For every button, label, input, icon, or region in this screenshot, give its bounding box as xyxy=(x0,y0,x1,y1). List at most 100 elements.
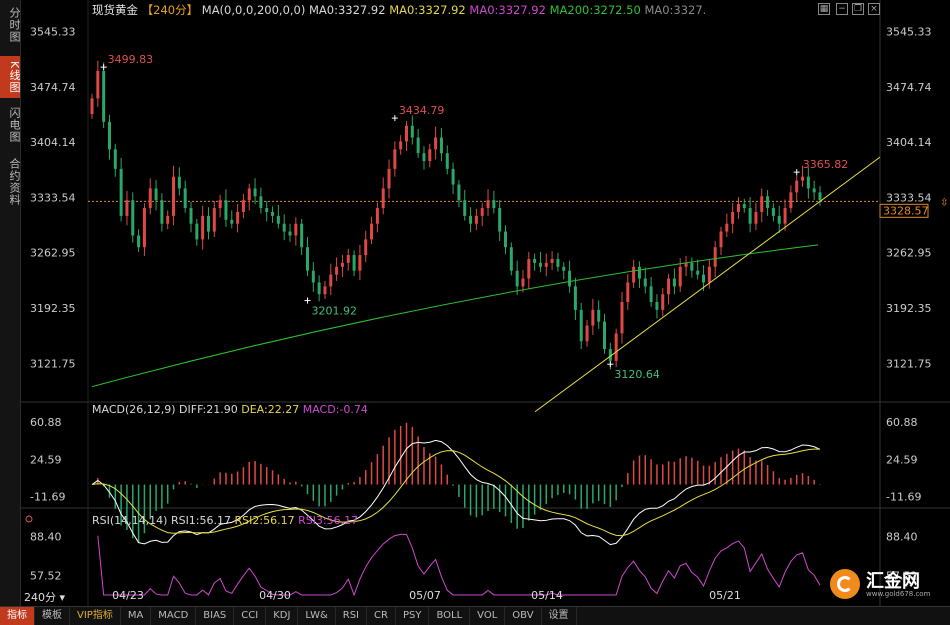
indicator-tab-1[interactable]: 模板 xyxy=(35,607,70,625)
candle-body xyxy=(317,282,321,295)
header-span: RSI(14,14,14) xyxy=(92,514,171,527)
indicator-tab-0[interactable]: 指标 xyxy=(0,607,35,625)
price-axis-right-label: 3192.35 xyxy=(886,302,932,315)
candle-body xyxy=(736,204,740,212)
candle-body xyxy=(719,231,723,248)
restore-icon[interactable]: ❐ xyxy=(852,3,864,15)
candle-body xyxy=(201,215,205,240)
price-marker-icon: ⇳ xyxy=(940,197,948,208)
extreme-label: 3499.83 xyxy=(108,53,154,66)
candle-body xyxy=(731,211,735,224)
candle-body xyxy=(335,266,339,275)
candle-body xyxy=(573,286,577,310)
candle-body xyxy=(818,192,822,201)
candle-body xyxy=(311,270,315,283)
candle-body xyxy=(649,286,653,303)
candle-body xyxy=(399,141,403,150)
extreme-label: 3365.82 xyxy=(803,158,849,171)
macd-axis-right-label: 60.88 xyxy=(886,416,918,429)
candle-body xyxy=(340,262,344,267)
candle-body xyxy=(346,255,350,263)
date-axis-label: 04/23 xyxy=(112,589,144,602)
candle-body xyxy=(154,188,158,201)
candle-body xyxy=(445,153,449,169)
candle-body xyxy=(591,309,595,326)
header-span: MA0:3327.92 xyxy=(389,3,469,17)
date-axis-label: 04/30 xyxy=(259,589,291,602)
candle-body xyxy=(294,223,298,236)
layout-icon[interactable]: ▦ xyxy=(818,3,830,15)
candle-body xyxy=(707,266,711,283)
candle-body xyxy=(370,223,374,240)
candle-body xyxy=(492,200,496,209)
candle-body xyxy=(457,184,461,201)
indicator-tab-4[interactable]: MACD xyxy=(151,607,197,625)
indicator-tab-14[interactable]: OBV xyxy=(505,607,542,625)
candle-body xyxy=(614,333,618,361)
period-select[interactable]: 240分 ▾ xyxy=(24,589,65,605)
candle-body xyxy=(783,208,787,224)
close-icon[interactable]: × xyxy=(868,3,880,15)
minimize-icon[interactable]: − xyxy=(836,3,848,15)
indicator-tab-11[interactable]: PSY xyxy=(396,607,430,625)
candle-body xyxy=(451,168,455,185)
date-axis-label: 05/14 xyxy=(531,589,563,602)
rsi-axis-left-label: 57.52 xyxy=(30,569,62,582)
indicator-tab-13[interactable]: VOL xyxy=(470,607,506,625)
candle-body xyxy=(672,278,676,287)
candle-body xyxy=(690,262,694,271)
candle-body xyxy=(189,208,193,224)
chart-area[interactable]: 3545.33 3545.33 3474.74 3474.74 3404.14 3404.… xyxy=(0,0,950,606)
candle-body xyxy=(655,302,659,310)
candle-body xyxy=(789,192,793,209)
candle-body xyxy=(183,188,187,209)
header-span: MA(0,0,0,200,0,0) xyxy=(202,3,309,17)
rsi-axis-left-label: 88.40 xyxy=(30,530,62,543)
candle-body xyxy=(107,121,111,150)
rsi-line xyxy=(97,533,821,597)
header-span: DIFF:21.90 xyxy=(179,403,241,416)
indicator-tab-10[interactable]: CR xyxy=(367,607,396,625)
indicator-tab-12[interactable]: BOLL xyxy=(429,607,471,625)
indicator-tab-3[interactable]: MA xyxy=(121,607,152,625)
candle-body xyxy=(137,235,141,248)
rsi-axis-right-label: 88.40 xyxy=(886,530,918,543)
candle-body xyxy=(469,215,473,224)
candle-body xyxy=(562,266,566,271)
price-axis-left-label: 3192.35 xyxy=(30,302,76,315)
chart-header: 现货黄金 【240分】 MA(0,0,0,200,0,0) MA0:3327.9… xyxy=(92,3,706,17)
candle-body xyxy=(439,137,443,154)
header-span: RSI2:56.17 xyxy=(235,514,299,527)
candle-body xyxy=(253,188,257,197)
candle-body xyxy=(276,215,280,224)
watermark-url: www.gold678.com xyxy=(866,590,931,598)
indicator-tab-7[interactable]: KDJ xyxy=(266,607,299,625)
candle-body xyxy=(113,149,117,169)
candle-body xyxy=(504,231,508,248)
indicator-tab-8[interactable]: LW& xyxy=(298,607,336,625)
candle-body xyxy=(375,208,379,224)
candle-body xyxy=(212,208,216,232)
header-span: MA0:3327. xyxy=(644,3,706,17)
candle-body xyxy=(474,215,478,224)
price-axis-left-label: 3474.74 xyxy=(30,81,76,94)
period-select-label: 240分 xyxy=(24,591,56,604)
candle-body xyxy=(142,208,146,248)
macd-axis-right-label: -11.69 xyxy=(886,490,921,503)
candle-body xyxy=(643,278,647,287)
indicator-tab-6[interactable]: CCI xyxy=(234,607,267,625)
candle-body xyxy=(795,180,799,193)
indicator-tab-2[interactable]: VIP指标 xyxy=(70,607,121,625)
price-axis-right-label: 3474.74 xyxy=(886,81,932,94)
candle-body xyxy=(300,223,304,248)
candle-body xyxy=(131,200,135,236)
header-span: MA200:3272.50 xyxy=(550,3,645,17)
macd-axis-left-label: 60.88 xyxy=(30,416,62,429)
candle-body xyxy=(463,200,467,216)
indicator-tab-15[interactable]: 设置 xyxy=(542,607,577,625)
candle-body xyxy=(236,211,240,224)
candle-body xyxy=(527,258,531,279)
macd-axis-left-label: 24.59 xyxy=(30,453,62,466)
indicator-tab-9[interactable]: RSI xyxy=(336,607,368,625)
indicator-tab-5[interactable]: BIAS xyxy=(196,607,235,625)
